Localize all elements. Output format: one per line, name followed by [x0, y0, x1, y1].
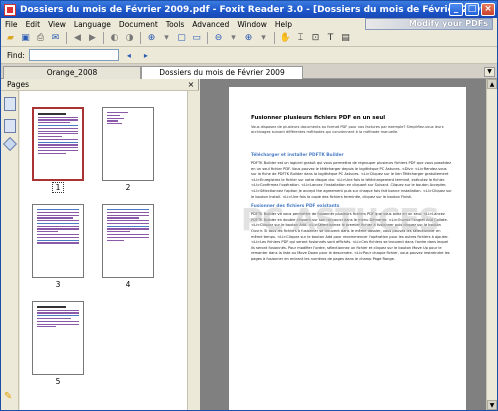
scroll-down-icon[interactable]: ▼	[487, 400, 497, 410]
find-label: Find:	[7, 50, 25, 60]
tab-orange-2008[interactable]: Orange_2008	[3, 66, 141, 79]
menu-document[interactable]: Document	[115, 20, 162, 29]
scroll-up-icon[interactable]: ▲	[487, 79, 497, 89]
pages-panel-title: Pages	[7, 80, 30, 89]
document-scrollbar[interactable]: ▲ ▼	[486, 79, 497, 410]
zoom-in-icon[interactable]: ⊕	[145, 32, 158, 45]
bookmarks-icon[interactable]	[4, 97, 16, 111]
page-thumbnails: 1 2 3 4 5	[20, 91, 187, 410]
window-controls: _ □ ×	[449, 3, 495, 16]
attachments-icon[interactable]: ✎	[4, 391, 16, 405]
pdf-page: Fusionner plusieurs fichiers PDF en un s…	[229, 87, 466, 410]
image-icon[interactable]: ▤	[339, 32, 352, 45]
email-icon[interactable]: ✉	[49, 32, 62, 45]
toolbar-separator	[103, 32, 104, 44]
tab-dossiers-fevrier-2009[interactable]: Dossiers du mois de Février 2009	[141, 66, 303, 79]
pages-panel-header: Pages ×	[1, 79, 199, 91]
zoom-in-small-icon[interactable]: ⊕	[242, 32, 255, 45]
previous-page-icon[interactable]: ◀	[71, 32, 84, 45]
document-intro: Vous disposez de plusieurs documents au …	[251, 125, 444, 134]
select-text-icon[interactable]: ⌶	[294, 32, 307, 45]
layers-icon[interactable]	[2, 136, 18, 152]
foxit-app-icon[interactable]	[4, 3, 16, 16]
window-title: Dossiers du mois de Février 2009.pdf - F…	[20, 4, 491, 15]
page-number-1: 1	[32, 182, 84, 193]
document-title: Fusionner plusieurs fichiers PDF en un s…	[251, 115, 386, 121]
ad-banner[interactable]: Modify your PDFs	[365, 18, 493, 30]
zoom-out-icon[interactable]: ⊖	[212, 32, 225, 45]
menu-advanced[interactable]: Advanced	[188, 20, 233, 29]
menu-view[interactable]: View	[44, 20, 70, 29]
zoom-dropdown-icon[interactable]: ▾	[160, 32, 173, 45]
document-tabs: Orange_2008 Dossiers du mois de Février …	[1, 64, 497, 79]
next-page-icon[interactable]: ▶	[86, 32, 99, 45]
page-number-2: 2	[125, 183, 131, 192]
toolbar-separator	[207, 32, 208, 44]
document-view[interactable]: Fusionner plusieurs fichiers PDF en un s…	[200, 79, 486, 410]
find-previous-icon[interactable]: ◂	[122, 49, 136, 61]
toolbar-separator	[140, 32, 141, 44]
navigation-strip: ✎	[1, 91, 19, 410]
tab-list-dropdown-icon[interactable]: ▼	[484, 67, 495, 77]
save-icon[interactable]: ▣	[19, 32, 32, 45]
title-bar[interactable]: Dossiers du mois de Février 2009.pdf - F…	[1, 1, 497, 18]
pages-icon[interactable]	[4, 119, 16, 133]
minimize-button[interactable]: _	[449, 3, 463, 16]
menu-language[interactable]: Language	[70, 20, 115, 29]
toolbar-separator	[274, 32, 275, 44]
main-toolbar: ▰ ▣ ⎙ ✉ ◀ ▶ ◐ ◑ ⊕ ▾ ▢ ▭ ⊖ ▾ ⊕ ▾ ✋ ⌶ ⊡ T …	[1, 30, 497, 47]
find-next-icon[interactable]: ▸	[139, 49, 153, 61]
menu-window[interactable]: Window	[233, 20, 271, 29]
close-panel-icon[interactable]: ×	[186, 80, 196, 90]
typewriter-icon[interactable]: T	[324, 32, 337, 45]
pages-panel: Pages × ✎ 1 2 3 4 5	[1, 79, 199, 410]
menu-help[interactable]: Help	[271, 20, 296, 29]
page-number-5: 5	[55, 377, 61, 386]
toolbar-separator	[66, 32, 67, 44]
find-bar: Find: ◂ ▸	[1, 47, 497, 64]
fit-width-icon[interactable]: ▭	[190, 32, 203, 45]
section-heading-install: Télécharger et installer PDFTK Builder	[251, 153, 344, 158]
menu-tools[interactable]: Tools	[162, 20, 188, 29]
forward-icon[interactable]: ◑	[123, 32, 136, 45]
foxit-reader-window: Dossiers du mois de Février 2009.pdf - F…	[0, 0, 498, 411]
page-thumbnail[interactable]	[32, 301, 84, 375]
snapshot-icon[interactable]: ⊡	[309, 32, 322, 45]
thumbnails-scrollbar[interactable]	[187, 91, 199, 410]
page-thumbnail[interactable]	[102, 204, 154, 278]
zoom-in-dropdown-icon[interactable]: ▾	[257, 32, 270, 45]
maximize-button[interactable]: □	[465, 3, 479, 16]
find-input[interactable]	[28, 49, 119, 61]
back-icon[interactable]: ◐	[108, 32, 121, 45]
fit-page-icon[interactable]: ▢	[175, 32, 188, 45]
menu-bar: File Edit View Language Document Tools A…	[1, 18, 497, 30]
menu-file[interactable]: File	[1, 20, 22, 29]
watermark: PC ASTUCES	[241, 203, 440, 238]
page-thumbnail[interactable]	[102, 107, 154, 181]
print-icon[interactable]: ⎙	[34, 32, 47, 45]
page-number-3: 3	[55, 280, 61, 289]
hand-tool-icon[interactable]: ✋	[279, 32, 292, 45]
page-thumbnail[interactable]	[32, 107, 84, 181]
section-body-install: PDFTK Builder est un logiciel gratuit qu…	[251, 161, 452, 199]
zoom-out-dropdown-icon[interactable]: ▾	[227, 32, 240, 45]
menu-edit[interactable]: Edit	[22, 20, 45, 29]
page-number-4: 4	[125, 280, 131, 289]
open-folder-icon[interactable]: ▰	[4, 32, 17, 45]
close-button[interactable]: ×	[481, 3, 495, 16]
page-thumbnail[interactable]	[32, 204, 84, 278]
